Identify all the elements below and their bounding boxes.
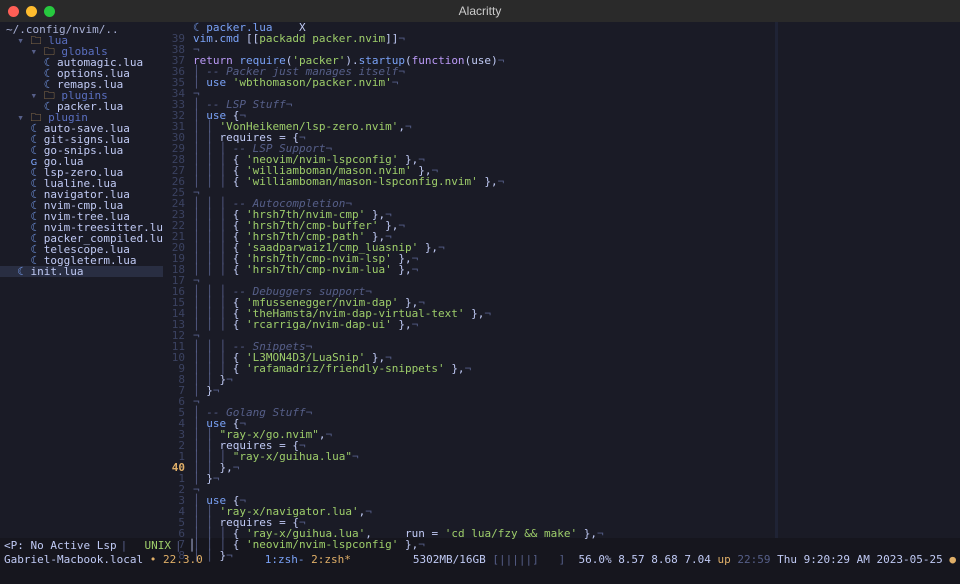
code-line[interactable]: │ │ │ { 'williamboman/mason-lspconfig.nv… [193,176,960,187]
code-line[interactable]: │ }¬ [193,385,960,396]
code-line[interactable]: │ │ 'ray-x/navigator.lua',¬ [193,506,960,517]
code-line[interactable]: │ }¬ [193,473,960,484]
file-tree-sidebar[interactable]: ~/.config/nvim/.. ▾ 🗀 lua ▾ 🗀 globals ☾ … [0,22,163,538]
statusline-sep: | [121,539,128,552]
code-line[interactable]: │ │ │ { 'hrsh7th/cmp-nvim-lua' },¬ [193,264,960,275]
code-editor[interactable]: 3938373635343332313029282726252423222120… [163,22,960,538]
close-window-button[interactable] [8,6,19,17]
window-titlebar: Alacritty [0,0,960,22]
bottom-filler [0,567,960,584]
minimize-window-button[interactable] [26,6,37,17]
code-line[interactable]: │ │ │ "ray-x/guihua.lua"¬ [193,451,960,462]
traffic-lights [8,6,55,17]
progress-bar: ▕ [186,539,193,552]
column-marker [775,22,778,538]
tmux-host: Gabriel-Macbook.local [4,553,143,566]
code-line[interactable]: │ │ │ { 'rcarriga/nvim-dap-ui' },¬ [193,319,960,330]
code-line[interactable]: │ │ │ { 'neovim/nvim-lspconfig' },¬ [193,539,960,550]
code-line[interactable]: │ use 'wbthomason/packer.nvim'¬ [193,77,960,88]
lsp-status: <P: No Active Lsp [4,539,117,552]
code-line[interactable]: │ -- LSP Stuff¬ [193,99,960,110]
line-number-gutter: 3938373635343332313029282726252423222120… [163,22,193,538]
code-line[interactable]: │ │ │ { 'rafamadriz/friendly-snippets' }… [193,363,960,374]
maximize-window-button[interactable] [44,6,55,17]
code-line[interactable]: │ -- Golang Stuff¬ [193,407,960,418]
code-line[interactable]: │ │ }¬ [193,550,960,561]
code-line[interactable]: vim.cmd [[packadd packer.nvim]]¬ [193,33,960,44]
tree-item-init-lua[interactable]: ☾ init.lua [0,266,163,277]
code-content[interactable]: ☾ packer.lua Xvim.cmd [[packadd packer.n… [193,22,960,538]
code-line[interactable]: ¬ [193,484,960,495]
code-line[interactable]: │ │ 'VonHeikemen/lsp-zero.nvim',¬ [193,121,960,132]
code-line[interactable]: ¬ [193,88,960,99]
window-title: Alacritty [459,4,502,18]
code-line[interactable]: │ │ }¬ [193,374,960,385]
code-line[interactable]: │ │ },¬ [193,462,960,473]
code-line[interactable]: │ │ "ray-x/go.nvim",¬ [193,429,960,440]
tmux-bullet: • [150,553,157,566]
